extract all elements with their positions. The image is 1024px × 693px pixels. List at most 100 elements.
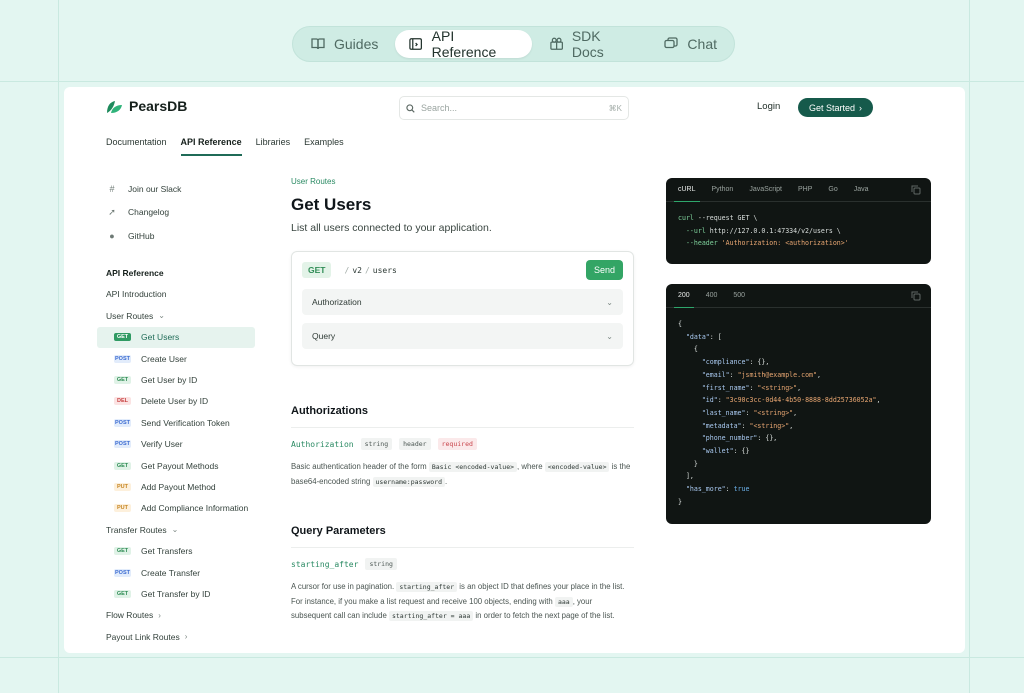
- query-accordion[interactable]: Query ⌄: [302, 323, 623, 349]
- sidebar-route-get-payout-methods[interactable]: GET Get Payout Methods: [97, 455, 255, 476]
- sidebar-group-payout-link-routes[interactable]: Payout Link Routes ›: [97, 626, 255, 648]
- get-started-button[interactable]: Get Started ›: [798, 98, 873, 117]
- send-button[interactable]: Send: [585, 260, 623, 280]
- method-badge: PUT: [114, 504, 131, 513]
- subnav-documentation[interactable]: Documentation: [106, 137, 167, 156]
- tab-javascript[interactable]: JavaScript: [741, 178, 790, 202]
- tab-400[interactable]: 400: [698, 284, 726, 308]
- param-starting-after: starting_after string: [291, 558, 634, 570]
- code-square-icon: [409, 38, 423, 50]
- tab-sdk-docs[interactable]: SDK Docs: [536, 28, 647, 60]
- route-label: Verify User: [141, 439, 183, 450]
- sidebar-route-get-users[interactable]: GET Get Users: [97, 326, 255, 348]
- sidebar-route-add-payout-method[interactable]: PUT Add Payout Method: [97, 476, 255, 497]
- subnav-libraries[interactable]: Libraries: [256, 137, 291, 156]
- desc-text: in order to fetch the next page of the l…: [475, 611, 615, 620]
- json-value: "3c90c3cc-0d44-4b50-8888-8dd25736052a": [725, 396, 877, 405]
- json-value: "<string>": [757, 383, 798, 392]
- authorization-accordion[interactable]: Authorization ⌄: [302, 289, 623, 315]
- query-parameters-heading: Query Parameters: [291, 525, 634, 548]
- method-badge: POST: [114, 418, 131, 427]
- inline-code: starting_after: [396, 582, 458, 592]
- param-name: Authorization: [291, 439, 354, 449]
- code-token: curl: [678, 214, 694, 222]
- response-json: { "data": [ { "compliance": {}, "email":…: [678, 320, 881, 506]
- chevron-down-icon: ⌄: [606, 297, 613, 307]
- sidebar-route-send-verification-token[interactable]: POST Send Verification Token: [97, 412, 255, 433]
- group-label: Transfer Routes: [106, 524, 167, 535]
- json-key: "email": [701, 370, 730, 379]
- sidebar-route-delete-user[interactable]: DEL Delete User by ID: [97, 391, 255, 412]
- accordion-label: Authorization: [312, 297, 362, 307]
- github-icon: ●: [109, 230, 115, 241]
- param-name: starting_after: [291, 559, 359, 569]
- tab-curl[interactable]: cURL: [670, 178, 704, 202]
- group-label: User Routes: [106, 310, 154, 321]
- param-type: string: [360, 438, 393, 450]
- docs-window: PearsDB Search... ⌘K Login Get Started ›…: [64, 87, 965, 653]
- sidebar-item-api-introduction[interactable]: API Introduction: [97, 284, 255, 306]
- tab-500[interactable]: 500: [725, 284, 753, 308]
- tab-chat[interactable]: Chat: [650, 30, 730, 58]
- tab-php[interactable]: PHP: [790, 178, 820, 202]
- method-badge: PUT: [114, 482, 131, 491]
- sidebar-group-transfer-routes[interactable]: Transfer Routes ⌄: [97, 519, 255, 541]
- route-label: Send Verification Token: [141, 417, 230, 428]
- method-badge: POST: [114, 440, 131, 449]
- path-segment: users: [372, 265, 397, 275]
- route-label: Create User: [141, 353, 187, 364]
- chevron-right-icon: ›: [184, 632, 188, 642]
- sidebar-route-get-transfers[interactable]: GET Get Transfers: [97, 541, 255, 562]
- json-value: true: [733, 485, 750, 494]
- param-type: string: [365, 558, 397, 570]
- sidebar-route-get-user-by-id[interactable]: GET Get User by ID: [97, 369, 255, 390]
- sidebar-link-github[interactable]: ● GitHub: [97, 224, 255, 248]
- sidebar-route-get-transfer-by-id[interactable]: GET Get Transfer by ID: [97, 583, 255, 604]
- top-tab-bar: Guides API Reference SDK Docs Chat: [292, 26, 735, 62]
- tab-python[interactable]: Python: [704, 178, 742, 202]
- tab-guides[interactable]: Guides: [297, 30, 391, 58]
- code-token: --header: [678, 239, 718, 248]
- sidebar-link-slack[interactable]: # Join our Slack: [97, 177, 255, 201]
- inline-code: username:password: [372, 476, 446, 487]
- desc-text: .: [445, 476, 448, 486]
- code-token: --url: [678, 226, 706, 235]
- json-key: "has_more": [685, 485, 726, 494]
- page-title: Get Users: [291, 195, 372, 214]
- param-description: Basic authentication header of the form …: [291, 460, 634, 489]
- inline-code: aaa: [554, 596, 573, 607]
- sidebar-link-label: Changelog: [128, 207, 170, 218]
- json-key: "id": [701, 396, 718, 405]
- copy-icon[interactable]: [911, 291, 921, 301]
- sidebar-route-create-transfer[interactable]: POST Create Transfer: [97, 562, 255, 583]
- sidebar-heading: API Reference: [106, 267, 164, 278]
- sidebar-group-user-routes[interactable]: User Routes ⌄: [97, 305, 255, 327]
- tab-chat-label: Chat: [687, 36, 717, 52]
- tab-java[interactable]: Java: [846, 178, 877, 202]
- search-input[interactable]: Search... ⌘K: [399, 96, 629, 120]
- leaf-logo-icon: [107, 100, 122, 113]
- tab-go[interactable]: Go: [820, 178, 845, 202]
- copy-icon[interactable]: [911, 185, 921, 195]
- sidebar-link-changelog[interactable]: ➚ Changelog: [97, 201, 255, 225]
- sidebar-group-flow-routes[interactable]: Flow Routes ›: [97, 605, 255, 627]
- brand-logo[interactable]: PearsDB: [106, 98, 187, 114]
- grid-line: [0, 81, 1024, 82]
- subnav-examples[interactable]: Examples: [304, 137, 344, 156]
- param-authorization: Authorization string header required: [291, 438, 634, 450]
- section-nav: Documentation API Reference Libraries Ex…: [106, 137, 344, 156]
- sidebar-route-add-compliance-information[interactable]: PUT Add Compliance Information: [97, 498, 255, 519]
- subnav-api-reference[interactable]: API Reference: [180, 137, 242, 156]
- group-label: Flow Routes: [106, 610, 154, 621]
- sidebar-route-verify-user[interactable]: POST Verify User: [97, 433, 255, 454]
- tab-api-reference[interactable]: API Reference: [395, 28, 532, 60]
- method-chip: GET: [302, 262, 332, 278]
- tab-200[interactable]: 200: [670, 284, 698, 308]
- response-example-panel: 200 400 500 { "data": [ { "compliance": …: [666, 284, 931, 524]
- desc-text: A cursor for use in pagination.: [291, 582, 395, 591]
- param-location: header: [399, 438, 431, 450]
- chevron-down-icon: ⌄: [158, 311, 165, 321]
- login-link[interactable]: Login: [757, 101, 780, 112]
- method-badge: DEL: [114, 397, 131, 406]
- sidebar-route-create-user[interactable]: POST Create User: [97, 348, 255, 369]
